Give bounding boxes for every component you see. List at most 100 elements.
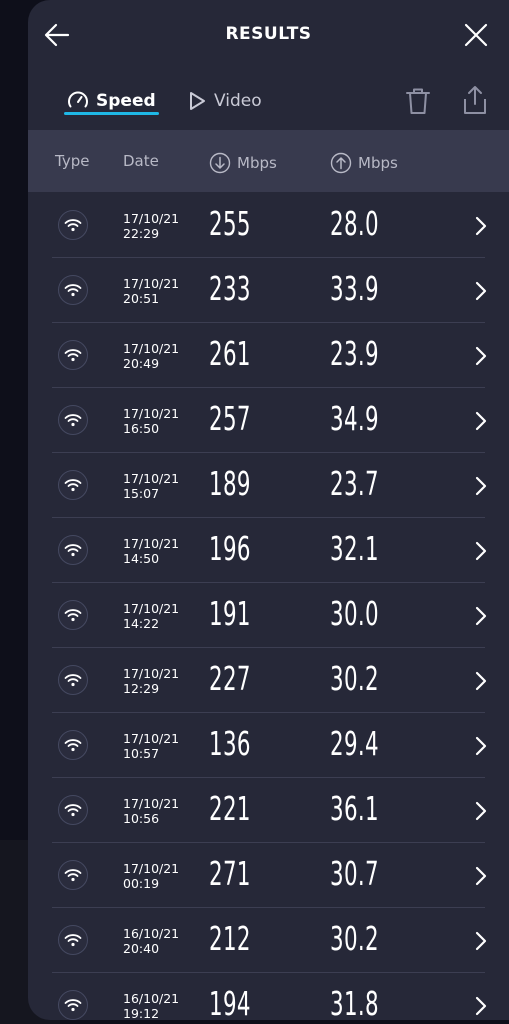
row-upload-value: 28.0 [330, 204, 380, 243]
row-download-value: 221 [209, 789, 251, 828]
delete-button[interactable] [404, 86, 432, 116]
tab-video[interactable]: Video [186, 86, 262, 116]
share-icon [464, 86, 486, 114]
row-date: 16/10/21 [123, 991, 180, 1006]
row-time: 15:07 [123, 486, 160, 501]
row-datetime: 17/10/21 14:22 [123, 601, 179, 631]
row-upload-value: 33.9 [330, 269, 380, 308]
table-row[interactable]: 17/10/21 10:57 136 29.4 [28, 713, 509, 778]
chevron-right-icon [475, 931, 487, 951]
row-datetime: 17/10/21 15:07 [123, 471, 179, 501]
column-type-label: Type [55, 152, 90, 170]
chevron-right-icon [475, 476, 487, 496]
close-icon [464, 23, 488, 47]
speedometer-icon [68, 91, 88, 108]
row-datetime: 17/10/21 00:19 [123, 861, 179, 891]
row-upload-value: 30.2 [330, 659, 380, 698]
row-date: 17/10/21 [123, 341, 180, 356]
column-type[interactable]: Type [55, 152, 89, 170]
chevron-right-icon [475, 281, 487, 301]
column-download-label: Mbps [237, 154, 277, 172]
chevron-right-icon [475, 801, 487, 821]
play-icon [190, 92, 205, 110]
row-date: 17/10/21 [123, 211, 180, 226]
table-row[interactable]: 17/10/21 16:50 257 34.9 [28, 388, 509, 453]
top-bar: RESULTS [28, 0, 509, 68]
column-date[interactable]: Date [123, 152, 159, 170]
chevron-right-icon [475, 736, 487, 756]
wifi-icon [58, 665, 88, 695]
wifi-icon [58, 730, 88, 760]
table-row[interactable]: 17/10/21 14:22 191 30.0 [28, 583, 509, 648]
table-row[interactable]: 16/10/21 19:12 194 31.8 [28, 973, 509, 1020]
row-download-value: 271 [209, 854, 251, 893]
wifi-icon [58, 470, 88, 500]
row-time: 14:22 [123, 616, 160, 631]
table-row[interactable]: 17/10/21 15:07 189 23.7 [28, 453, 509, 518]
row-download-value: 189 [209, 464, 251, 503]
row-date: 17/10/21 [123, 796, 180, 811]
row-datetime: 17/10/21 12:29 [123, 666, 179, 696]
upload-arrow-icon [330, 152, 352, 174]
row-datetime: 17/10/21 10:57 [123, 731, 179, 761]
row-time: 12:29 [123, 681, 160, 696]
row-datetime: 17/10/21 10:56 [123, 796, 179, 826]
row-time: 20:49 [123, 356, 160, 371]
wifi-icon [58, 210, 88, 240]
row-time: 20:51 [123, 291, 160, 306]
row-time: 16:50 [123, 421, 160, 436]
row-download-value: 255 [209, 204, 251, 243]
column-date-label: Date [123, 152, 159, 170]
chevron-right-icon [475, 606, 487, 626]
row-download-value: 233 [209, 269, 251, 308]
row-upload-value: 30.2 [330, 919, 380, 958]
row-date: 17/10/21 [123, 666, 180, 681]
wifi-icon [58, 535, 88, 565]
row-upload-value: 30.7 [330, 854, 380, 893]
tab-speed-label: Speed [96, 91, 156, 111]
wifi-icon [58, 860, 88, 890]
row-date: 17/10/21 [123, 861, 180, 876]
row-time: 10:56 [123, 811, 160, 826]
table-row[interactable]: 17/10/21 00:19 271 30.7 [28, 843, 509, 908]
table-row[interactable]: 17/10/21 10:56 221 36.1 [28, 778, 509, 843]
row-time: 10:57 [123, 746, 160, 761]
row-date: 17/10/21 [123, 471, 180, 486]
wifi-icon [58, 275, 88, 305]
close-button[interactable] [461, 20, 491, 50]
row-upload-value: 32.1 [330, 529, 380, 568]
row-datetime: 17/10/21 16:50 [123, 406, 179, 436]
chevron-right-icon [475, 866, 487, 886]
row-date: 17/10/21 [123, 406, 180, 421]
row-upload-value: 34.9 [330, 399, 380, 438]
share-button[interactable] [460, 84, 490, 116]
column-upload[interactable]: Mbps [330, 152, 398, 174]
row-datetime: 16/10/21 20:40 [123, 926, 179, 956]
row-time: 22:29 [123, 226, 160, 241]
row-date: 17/10/21 [123, 536, 180, 551]
row-upload-value: 30.0 [330, 594, 380, 633]
trash-icon [406, 88, 430, 114]
table-row[interactable]: 17/10/21 12:29 227 30.2 [28, 648, 509, 713]
wifi-icon [58, 925, 88, 955]
row-date: 17/10/21 [123, 731, 180, 746]
column-download[interactable]: Mbps [209, 152, 277, 174]
table-row[interactable]: 17/10/21 22:29 255 28.0 [28, 193, 509, 258]
column-upload-label: Mbps [358, 154, 398, 172]
tab-video-label: Video [214, 91, 262, 111]
table-row[interactable]: 17/10/21 14:50 196 32.1 [28, 518, 509, 583]
row-upload-value: 23.7 [330, 464, 380, 503]
table-row[interactable]: 17/10/21 20:49 261 23.9 [28, 323, 509, 388]
row-upload-value: 29.4 [330, 724, 380, 763]
wifi-icon [58, 990, 88, 1020]
row-download-value: 212 [209, 919, 251, 958]
row-time: 14:50 [123, 551, 160, 566]
row-time: 20:40 [123, 941, 160, 956]
row-datetime: 17/10/21 20:51 [123, 276, 179, 306]
table-row[interactable]: 16/10/21 20:40 212 30.2 [28, 908, 509, 973]
tab-bar: Speed Video [28, 70, 509, 130]
row-download-value: 196 [209, 529, 251, 568]
page-title: RESULTS [225, 24, 312, 44]
table-row[interactable]: 17/10/21 20:51 233 33.9 [28, 258, 509, 323]
wifi-icon [58, 405, 88, 435]
